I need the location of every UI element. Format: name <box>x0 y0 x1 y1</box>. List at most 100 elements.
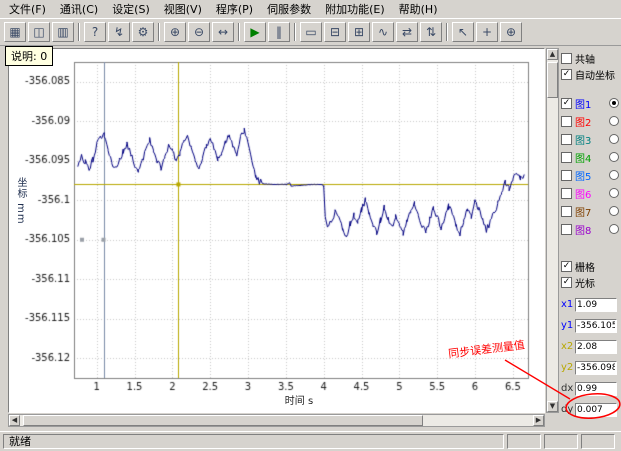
plot-2-checkbox[interactable] <box>561 116 572 127</box>
plot-3-radio[interactable] <box>609 134 619 144</box>
plot-1-row: ✓图1 <box>561 94 619 112</box>
status-pane-1 <box>507 434 541 449</box>
grid-row: ✓栅格 <box>561 258 619 274</box>
hint-button[interactable]: ? <box>84 22 106 42</box>
plot-8-row: 图8 <box>561 220 619 238</box>
pause-button[interactable]: ‖ <box>268 22 290 42</box>
toolbar-separator <box>158 23 160 41</box>
chart-vscrollbar[interactable]: ▲ ▼ <box>546 48 559 413</box>
menu-item-5[interactable]: 程序(P) <box>209 0 260 19</box>
menu-item-1[interactable]: 文件(F) <box>2 0 53 19</box>
zoom-out-button[interactable]: ⊖ <box>188 22 210 42</box>
plot-3-checkbox[interactable] <box>561 134 572 145</box>
crosshair-button[interactable]: + <box>476 22 498 42</box>
center-button[interactable]: ⊕ <box>500 22 522 42</box>
field-dx-input[interactable] <box>575 382 617 396</box>
field-y1-input[interactable] <box>575 319 617 333</box>
menu-bar: 文件(F)通讯(C)设定(S)视图(V)程序(P)伺服参数附加功能(E)帮助(H… <box>0 0 621 19</box>
cursor-checkbox[interactable]: ✓ <box>561 277 572 288</box>
hscroll-thumb[interactable] <box>23 415 423 426</box>
menu-item-6[interactable]: 伺服参数 <box>260 0 318 19</box>
save-button[interactable]: ▥ <box>52 22 74 42</box>
auto-scale-row: ✓自动坐标 <box>561 66 619 82</box>
field-y1-label: y1 <box>561 320 575 331</box>
menu-item-4[interactable]: 视图(V) <box>157 0 209 19</box>
field-dx-row: dx <box>561 378 619 399</box>
toolbar-separator <box>446 23 448 41</box>
menu-item-8[interactable]: 帮助(H) <box>392 0 445 19</box>
field-y2-label: y2 <box>561 362 575 373</box>
plot-8-label: 图8 <box>575 222 591 237</box>
scroll-left-button[interactable]: ◀ <box>9 415 20 426</box>
vscroll-thumb[interactable] <box>547 62 558 98</box>
panel-spacer <box>561 238 619 258</box>
expand-x-button[interactable]: ↔ <box>212 22 234 42</box>
plot-2-label: 图2 <box>575 114 591 129</box>
toolbar-separator <box>294 23 296 41</box>
connect-button[interactable]: ↯ <box>108 22 130 42</box>
status-text: 就绪 <box>3 434 504 449</box>
plot-4-radio[interactable] <box>609 152 619 162</box>
open-button[interactable]: ◫ <box>28 22 50 42</box>
auto-scale-checkbox[interactable]: ✓ <box>561 69 572 80</box>
box-zoom-button[interactable]: ▭ <box>300 22 322 42</box>
field-x2-input[interactable] <box>575 340 617 354</box>
plot-7-row: 图7 <box>561 202 619 220</box>
plot-7-label: 图7 <box>575 204 591 219</box>
field-x1-label: x1 <box>561 299 575 310</box>
plot-2-radio[interactable] <box>609 116 619 126</box>
common-axis-checkbox[interactable] <box>561 53 572 64</box>
status-bar: 就绪 <box>0 431 621 451</box>
zoom-y-button[interactable]: ⊞ <box>348 22 370 42</box>
plot-3-label: 图3 <box>575 132 591 147</box>
status-pane-2 <box>544 434 578 449</box>
menu-item-7[interactable]: 附加功能(E) <box>318 0 392 19</box>
chart-hscrollbar[interactable]: ◀ ▶ <box>8 414 545 427</box>
pointer-button[interactable]: ↖ <box>452 22 474 42</box>
field-dy-input[interactable] <box>575 403 617 417</box>
scroll-x-button[interactable]: ⇄ <box>396 22 418 42</box>
plot-6-row: 图6 <box>561 184 619 202</box>
plot-5-radio[interactable] <box>609 170 619 180</box>
zoom-x-button[interactable]: ⊟ <box>324 22 346 42</box>
toolbar: ▦◫▥?↯⚙⊕⊖↔▶‖▭⊟⊞∿⇄⇅↖+⊕ <box>0 19 621 46</box>
zoom-in-button[interactable]: ⊕ <box>164 22 186 42</box>
menu-item-3[interactable]: 设定(S) <box>105 0 157 19</box>
plot-8-checkbox[interactable] <box>561 224 572 235</box>
field-x1-row: x1 <box>561 294 619 315</box>
plot-5-label: 图5 <box>575 168 591 183</box>
field-dx-label: dx <box>561 383 575 394</box>
scroll-right-button[interactable]: ▶ <box>533 415 544 426</box>
toolbar-separator <box>238 23 240 41</box>
hint-tooltip: 说明: 0 <box>5 46 53 66</box>
field-x1-input[interactable] <box>575 298 617 312</box>
control-panel: 共轴✓自动坐标✓图1图2图3图4图5图6图7图8✓栅格✓光标x1y1x2y2dx… <box>561 50 619 427</box>
plot-1-checkbox[interactable]: ✓ <box>561 98 572 109</box>
plot-2-row: 图2 <box>561 112 619 130</box>
scroll-down-button[interactable]: ▼ <box>547 401 558 412</box>
plot-6-radio[interactable] <box>609 188 619 198</box>
toolbar-separator <box>78 23 80 41</box>
x-axis-title: 时间 s <box>239 392 359 407</box>
plot-7-radio[interactable] <box>609 206 619 216</box>
plot-8-radio[interactable] <box>609 224 619 234</box>
run-button[interactable]: ▶ <box>244 22 266 42</box>
plot-5-row: 图5 <box>561 166 619 184</box>
scroll-y-button[interactable]: ⇅ <box>420 22 442 42</box>
plot-4-checkbox[interactable] <box>561 152 572 163</box>
menu-item-2[interactable]: 通讯(C) <box>53 0 105 19</box>
field-y2-input[interactable] <box>575 361 617 375</box>
field-y2-row: y2 <box>561 357 619 378</box>
plot-7-checkbox[interactable] <box>561 206 572 217</box>
plot-6-checkbox[interactable] <box>561 188 572 199</box>
new-window-button[interactable]: ▦ <box>4 22 26 42</box>
plot-5-checkbox[interactable] <box>561 170 572 181</box>
common-axis-row: 共轴 <box>561 50 619 66</box>
scroll-up-button[interactable]: ▲ <box>547 49 558 60</box>
grid-label: 栅格 <box>575 259 595 274</box>
settings-button[interactable]: ⚙ <box>132 22 154 42</box>
field-dy-label: dy <box>561 404 575 415</box>
grid-checkbox[interactable]: ✓ <box>561 261 572 272</box>
plot-1-radio[interactable] <box>609 98 619 108</box>
signal-button[interactable]: ∿ <box>372 22 394 42</box>
